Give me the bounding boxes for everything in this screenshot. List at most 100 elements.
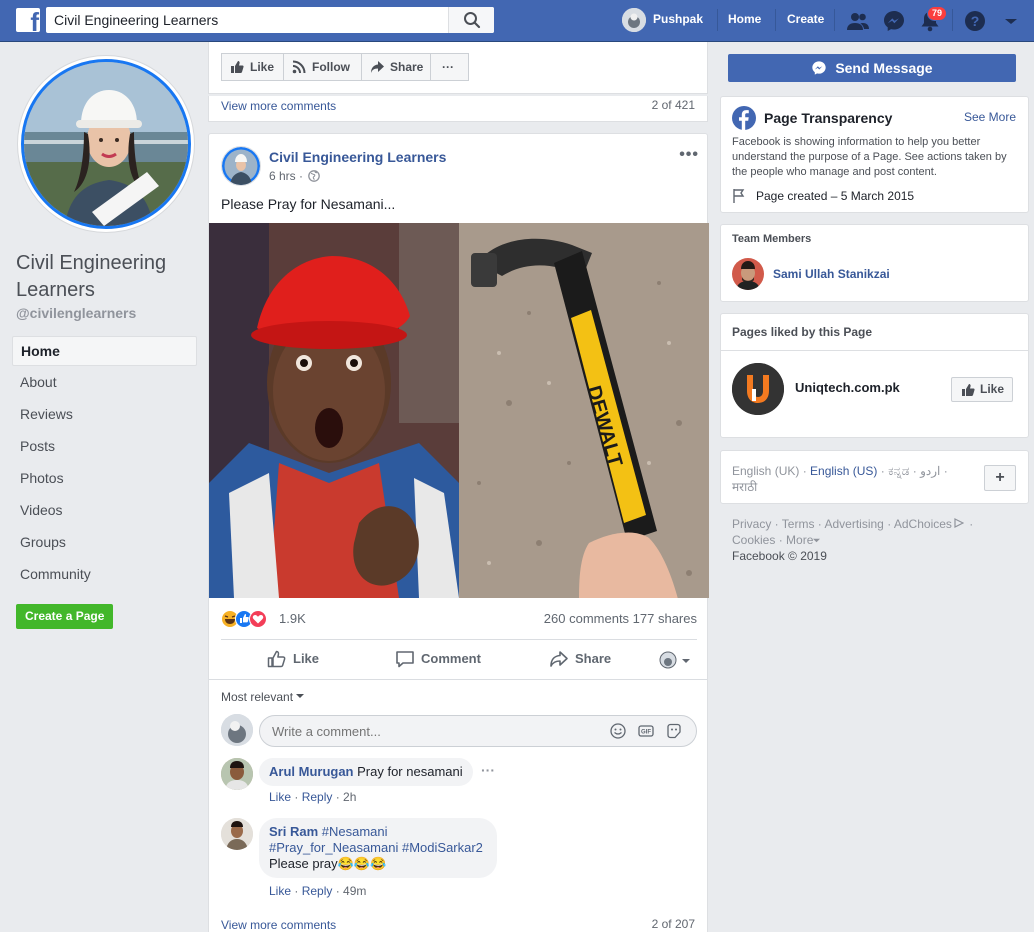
post-author-avatar[interactable] [221,146,261,186]
messenger-icon[interactable] [882,9,906,33]
language-english-us[interactable]: English (US) [810,464,877,478]
rss-follow-icon [292,60,306,74]
nav-reviews[interactable]: Reviews [12,398,197,430]
adchoices-icon [954,518,965,528]
post-photo[interactable]: DEWALT [209,223,709,598]
nav-posts[interactable]: Posts [12,430,197,462]
add-language-button[interactable]: + [984,465,1016,491]
follow-button[interactable]: Follow [283,53,362,81]
comment-as-avatar-icon [659,651,677,669]
page-like-button[interactable]: Like [221,53,284,81]
view-more-comments-link[interactable]: View more comments [221,99,336,113]
post-comment-button[interactable]: Comment [395,646,481,672]
page-username[interactable]: @civilenglearners [16,305,136,321]
post-share-button[interactable]: Share [549,646,611,672]
current-user-avatar[interactable] [221,714,253,746]
footer-terms-link[interactable]: Terms [782,517,815,531]
search-input[interactable] [46,7,448,33]
team-member-name[interactable]: Sami Ullah Stanikzai [773,267,890,281]
team-member-avatar[interactable] [732,258,764,290]
commenter-name[interactable]: Sri Ram [269,824,318,839]
flag-icon [733,189,745,203]
language-kannada[interactable]: ಕನ್ನಡ [888,464,909,478]
comments-shares-count[interactable]: 260 comments 177 shares [544,611,697,626]
page-title[interactable]: Civil Engineering Learners [16,250,206,304]
comment-actions: Like · Reply · 49m [269,884,367,898]
messenger-icon [812,61,827,75]
comment-time[interactable]: 2h [343,790,356,804]
comment-input[interactable] [272,716,602,746]
user-profile-link[interactable]: Pushpak [622,7,708,33]
search-bar [46,7,494,33]
comment-composer: GIF [259,715,697,747]
footer-more-link[interactable]: More [786,533,813,547]
liked-page-like-button[interactable]: Like [951,377,1013,402]
nav-divider [775,9,776,31]
search-button[interactable] [448,7,494,33]
hashtag-link[interactable]: #ModiSarkar2 [402,840,483,855]
transparency-title: Page Transparency [764,110,893,126]
comment-sort-dropdown[interactable]: Most relevant [221,690,305,704]
chevron-down-icon [682,659,690,663]
comment-reply-link[interactable]: Reply [302,884,333,898]
comment-like-link[interactable]: Like [269,790,291,804]
commenter-name[interactable]: Arul Murugan [269,764,354,779]
liked-page-name[interactable]: Uniqtech.com.pk [795,380,900,395]
footer-adchoices-link[interactable]: AdChoices [894,517,952,531]
footer-cookies-link[interactable]: Cookies [732,533,775,547]
hashtag-link[interactable]: #Nesamani [322,824,388,839]
create-page-button[interactable]: Create a Page [16,604,114,629]
comment-time[interactable]: 49m [343,884,366,898]
post-timestamp[interactable]: 6 hrs · [269,169,321,183]
post-comment-label: Comment [421,651,481,666]
team-members-card: Team Members Sami Ullah Stanikzai [720,224,1029,302]
gif-icon[interactable]: GIF [638,723,654,739]
comment-options-icon[interactable]: ··· [481,762,495,778]
home-link[interactable]: Home [728,12,761,26]
love-reaction-icon [249,610,267,628]
facebook-logo-icon[interactable]: f [16,8,40,32]
nav-photos[interactable]: Photos [12,462,197,494]
post-like-button[interactable]: Like [267,646,319,672]
footer-privacy-link[interactable]: Privacy [732,517,771,531]
help-icon[interactable]: ? [963,9,987,33]
commenter-avatar[interactable] [221,758,253,790]
nav-community[interactable]: Community [12,558,197,590]
see-more-link[interactable]: See More [964,110,1016,124]
divider [721,350,1028,351]
create-link[interactable]: Create [787,12,824,26]
account-menu-chevron-icon[interactable] [999,9,1023,33]
post-share-label: Share [575,651,612,666]
view-more-comments-link[interactable]: View more comments [221,918,336,932]
language-marathi[interactable]: मराठी [732,480,757,494]
previous-post-footer: View more comments 2 of 421 [208,96,708,122]
thumbs-up-outline-icon [267,650,286,668]
nav-home[interactable]: Home [12,336,197,366]
commenter-avatar[interactable] [221,818,253,850]
friend-requests-icon[interactable] [846,9,870,33]
comment-reply-link[interactable]: Reply [302,790,333,804]
more-options-button[interactable]: ··· [430,53,469,81]
send-message-label: Send Message [835,60,933,76]
share-outline-icon [550,651,568,667]
nav-about[interactable]: About [12,366,197,398]
sticker-icon[interactable] [666,723,682,739]
page-share-button[interactable]: Share [361,53,431,81]
nav-groups[interactable]: Groups [12,526,197,558]
comment-like-link[interactable]: Like [269,884,291,898]
reaction-count[interactable]: 1.9K [279,611,306,626]
nav-videos[interactable]: Videos [12,494,197,526]
emoji-icon[interactable] [610,723,626,739]
language-english-uk[interactable]: English (UK) [732,464,799,478]
comment-as-selector[interactable] [659,650,695,670]
page-profile-picture[interactable] [18,56,194,232]
reaction-summary[interactable]: 1.9K 260 comments 177 shares [221,608,697,628]
comment-bubble-icon [396,651,414,668]
language-urdu[interactable]: اردو [920,464,940,478]
footer-advertising-link[interactable]: Advertising [824,517,883,531]
post-author-name[interactable]: Civil Engineering Learners [269,149,446,165]
hashtag-link[interactable]: #Pray_for_Neasamani [269,840,398,855]
liked-page-logo[interactable] [732,363,784,415]
post-options-menu-icon[interactable]: ••• [679,146,699,164]
send-message-button[interactable]: Send Message [728,54,1016,82]
